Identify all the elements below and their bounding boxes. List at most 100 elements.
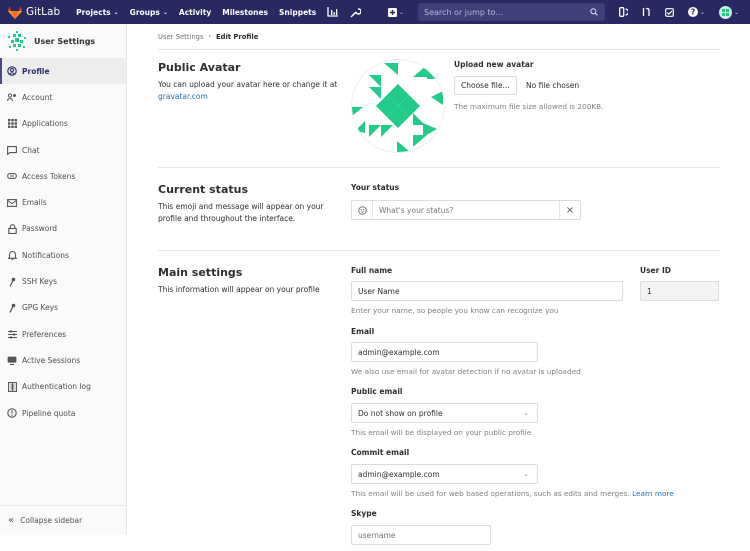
section-description: This emoji and message will appear on yo… xyxy=(158,202,324,223)
gravatar-link[interactable]: gravatar.com xyxy=(158,92,208,101)
sidebar-item-account[interactable]: Account xyxy=(0,84,126,110)
section-title: Main settings xyxy=(158,266,243,279)
chevron-down-icon: ⌄ xyxy=(113,8,119,16)
chevron-down-icon: ⌄ xyxy=(700,8,706,16)
full-name-label: Full name xyxy=(351,266,393,275)
choose-file-button[interactable]: Choose file... xyxy=(454,76,517,95)
gitlab-tanuki-icon xyxy=(8,5,22,19)
nav-activity[interactable]: Activity xyxy=(179,8,211,17)
brand-name: GitLab xyxy=(26,6,61,18)
public-avatar-section: Public Avatar You can upload your avatar… xyxy=(158,50,720,168)
log-icon xyxy=(7,381,17,392)
sidebar-item-gpg-keys[interactable]: GPG Keys xyxy=(0,295,126,321)
monitor-icon xyxy=(7,355,17,365)
sidebar-item-notifications[interactable]: Notifications xyxy=(0,242,126,268)
sidebar-item-label: Authentication log xyxy=(22,382,91,392)
user-avatar xyxy=(719,5,733,19)
sidebar-item-label: Applications xyxy=(22,119,68,129)
skype-label: Skype xyxy=(351,509,377,518)
collapse-sidebar-button[interactable]: « Collapse sidebar xyxy=(0,505,126,535)
public-email-select[interactable]: Do not show on profile ⌄ xyxy=(351,403,538,423)
sidebar-item-chat[interactable]: Chat xyxy=(0,137,126,163)
sidebar-item-label: Emails xyxy=(22,198,47,208)
chevron-down-icon: ⌄ xyxy=(523,409,529,417)
current-status-section: Current status This emoji and message wi… xyxy=(158,168,720,251)
account-icon xyxy=(7,92,17,102)
todo-icon[interactable] xyxy=(665,7,674,17)
profile-icon xyxy=(7,66,17,76)
sidebar-item-access-tokens[interactable]: Access Tokens xyxy=(0,163,126,189)
key-icon xyxy=(7,277,17,287)
quota-icon xyxy=(7,408,17,418)
public-email-label: Public email xyxy=(351,387,403,396)
sidebar-item-label: Preferences xyxy=(22,329,67,339)
sidebar-item-applications[interactable]: Applications xyxy=(0,111,126,137)
section-description: This information will appear on your pro… xyxy=(158,285,320,294)
sidebar-item-label: SSH Keys xyxy=(22,277,58,287)
email-input[interactable]: admin@example.com xyxy=(351,342,538,362)
nav-projects-label: Projects xyxy=(76,7,111,17)
commit-email-select[interactable]: admin@example.com ⌄ xyxy=(351,464,538,484)
token-icon xyxy=(7,171,17,181)
search-box[interactable] xyxy=(418,3,606,21)
sidebar-item-authentication-log[interactable]: Authentication log xyxy=(0,374,126,400)
breadcrumb-parent[interactable]: User Settings xyxy=(158,33,204,41)
sidebar-item-ssh-keys[interactable]: SSH Keys xyxy=(0,268,126,294)
skype-input[interactable] xyxy=(351,525,491,545)
gitlab-logo[interactable]: GitLab xyxy=(8,5,61,19)
user-id-input[interactable]: 1 xyxy=(640,281,719,301)
nav-groups[interactable]: Groups ⌄ xyxy=(130,8,168,17)
sidebar-item-label: Active Sessions xyxy=(22,355,81,365)
preferences-icon xyxy=(7,329,17,339)
clear-status-button[interactable]: × xyxy=(559,201,580,219)
upload-avatar-label: Upload new avatar xyxy=(454,60,534,69)
sidebar-item-label: Pipeline quota xyxy=(22,408,76,418)
emoji-picker-button[interactable] xyxy=(352,201,373,219)
status-message-input[interactable] xyxy=(373,201,559,219)
sidebar-item-emails[interactable]: Emails xyxy=(0,189,126,215)
sidebar-item-pipeline-quota[interactable]: Pipeline quota xyxy=(0,400,126,426)
sidebar-item-label: Password xyxy=(22,224,58,234)
commit-email-help: This email will be used for web based op… xyxy=(351,489,674,498)
sidebar-title: User Settings xyxy=(34,36,96,46)
section-title: Public Avatar xyxy=(158,61,241,74)
merge-request-icon[interactable] xyxy=(642,7,651,17)
issues-icon[interactable] xyxy=(619,7,629,17)
nav-groups-label: Groups xyxy=(129,7,160,17)
chart-icon[interactable] xyxy=(327,7,339,17)
section-title: Current status xyxy=(158,183,248,196)
collapse-sidebar-label: Collapse sidebar xyxy=(20,516,83,525)
help-dropdown[interactable]: ? ⌄ xyxy=(688,7,705,17)
nav-projects[interactable]: Projects ⌄ xyxy=(76,8,119,17)
main-content: User Settings › Edit Profile Public Avat… xyxy=(158,24,720,551)
avatar-size-help: The maximum file size allowed is 200KB. xyxy=(454,102,604,111)
sidebar-item-active-sessions[interactable]: Active Sessions xyxy=(0,347,126,373)
avatar-description-text: You can upload your avatar here or chang… xyxy=(158,80,338,89)
search-input[interactable] xyxy=(424,7,575,17)
user-menu[interactable]: ⌄ xyxy=(719,5,740,19)
main-settings-section: Main settings This information will appe… xyxy=(158,251,720,551)
help-icon: ? xyxy=(688,7,699,17)
learn-more-link[interactable]: Learn more xyxy=(632,489,674,498)
chevron-down-icon: ⌄ xyxy=(162,8,168,16)
sidebar-item-password[interactable]: Password xyxy=(0,216,126,242)
new-item-dropdown[interactable]: ⌄ xyxy=(388,7,404,17)
sidebar-item-profile[interactable]: Profile xyxy=(0,58,126,85)
lock-icon xyxy=(7,224,17,234)
nav-snippets[interactable]: Snippets xyxy=(279,8,316,17)
commit-email-help-text: This email will be used for web based op… xyxy=(351,489,630,498)
wrench-icon[interactable] xyxy=(350,7,362,18)
sidebar-item-label: Chat xyxy=(22,145,40,155)
nav-milestones[interactable]: Milestones xyxy=(222,8,268,17)
sidebar-item-preferences[interactable]: Preferences xyxy=(0,321,126,347)
sidebar-item-label: Profile xyxy=(22,66,50,76)
user-settings-avatar-icon xyxy=(8,31,26,51)
key-icon xyxy=(7,303,17,313)
full-name-input[interactable]: User Name xyxy=(351,281,623,301)
sidebar-header[interactable]: User Settings xyxy=(0,24,126,58)
svg-text:?: ? xyxy=(691,8,695,17)
your-status-label: Your status xyxy=(351,183,400,192)
chevron-down-icon: ⌄ xyxy=(734,8,740,16)
email-help: We also use email for avatar detection i… xyxy=(351,367,581,376)
chevron-down-icon: ⌄ xyxy=(523,470,529,478)
